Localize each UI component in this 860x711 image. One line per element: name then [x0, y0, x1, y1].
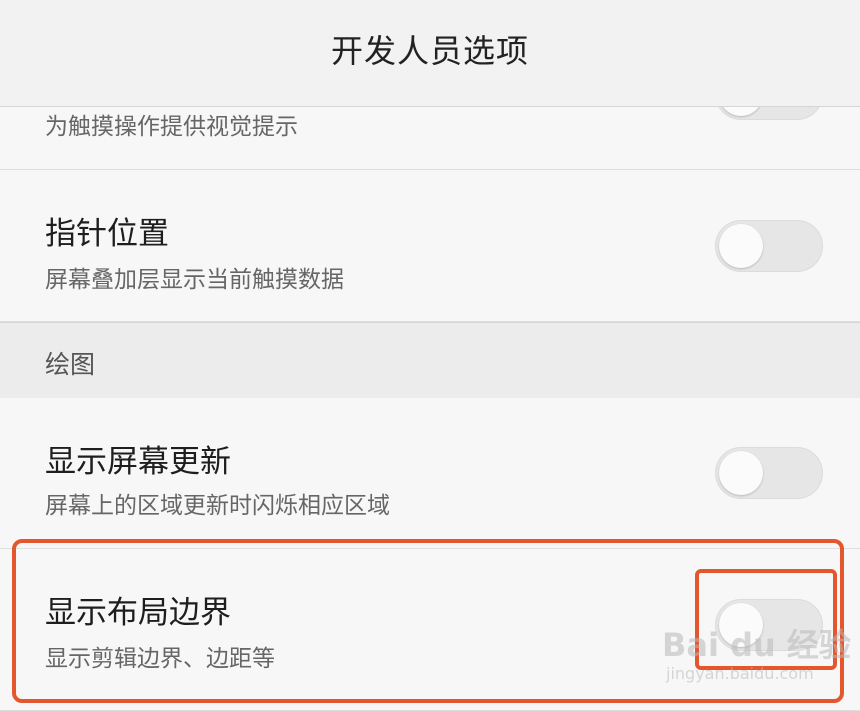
setting-title: 指针位置: [45, 216, 169, 252]
pointer-location-toggle[interactable]: [715, 220, 823, 272]
section-label: 绘图: [45, 350, 96, 379]
section-header-drawing: 绘图: [0, 322, 860, 399]
toggle-knob: [719, 224, 763, 268]
setting-subtitle: 为触摸操作提供视觉提示: [45, 114, 298, 140]
watermark-sub: jingyan.baidu.com: [666, 664, 814, 683]
setting-subtitle: 屏幕叠加层显示当前触摸数据: [45, 267, 344, 293]
show-surface-updates-toggle[interactable]: [715, 447, 823, 499]
watermark-main: Bai du 经验: [662, 626, 851, 664]
page-title: 开发人员选项: [330, 32, 529, 70]
setting-row-show-surface-updates[interactable]: 显示屏幕更新 屏幕上的区域更新时闪烁相应区域: [0, 398, 860, 549]
app-header: 开发人员选项: [0, 0, 860, 107]
setting-title: 显示屏幕更新: [45, 444, 231, 480]
setting-row-pointer-location[interactable]: 指针位置 屏幕叠加层显示当前触摸数据: [0, 170, 860, 322]
toggle-knob: [719, 451, 763, 495]
setting-subtitle: 屏幕上的区域更新时闪烁相应区域: [45, 493, 390, 519]
baidu-watermark: Bai du 经验 jingyan.baidu.com: [662, 620, 851, 683]
